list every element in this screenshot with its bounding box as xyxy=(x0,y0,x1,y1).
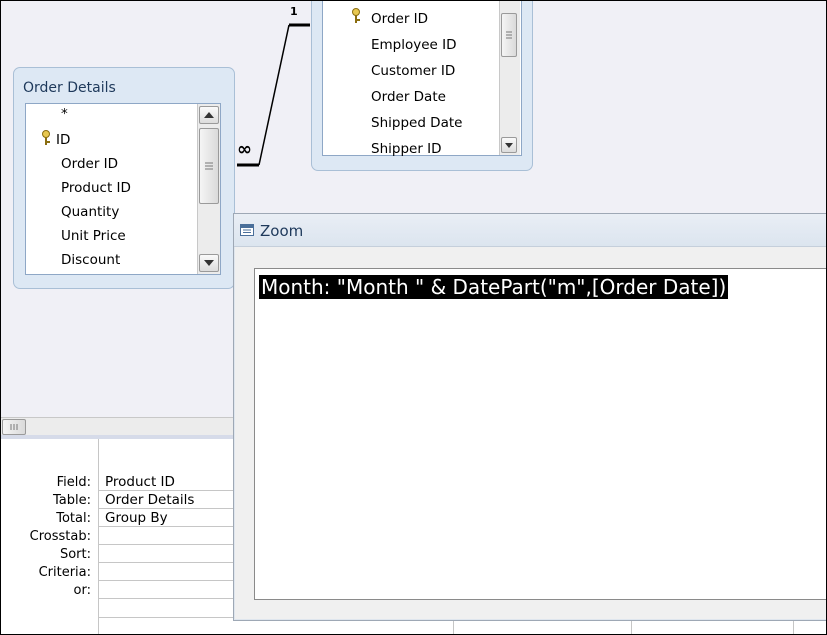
zoom-dialog[interactable]: Zoom Month: "Month " & DatePart("m",[Ord… xyxy=(233,213,826,621)
scroll-thumb[interactable] xyxy=(501,13,517,57)
orders-field-customer-id[interactable]: Customer ID xyxy=(371,61,455,81)
order-details-field-unit-price[interactable]: Unit Price xyxy=(61,226,126,246)
scroll-down-arrow-icon[interactable] xyxy=(501,137,517,153)
design-horizontal-scrollbar[interactable] xyxy=(1,417,235,436)
scroll-grip-icon xyxy=(506,31,512,39)
order-details-field-quantity[interactable]: Quantity xyxy=(61,202,119,222)
zoom-expression-text[interactable]: Month: "Month " & DatePart("m",[Order Da… xyxy=(259,275,729,299)
scroll-thumb[interactable] xyxy=(2,419,26,435)
orders-table-box[interactable]: Order ID Employee ID Customer ID Order D… xyxy=(311,1,533,171)
relationship-many-label: ∞ xyxy=(237,139,252,160)
order-details-field-discount[interactable]: Discount xyxy=(61,250,120,270)
orders-field-order-date[interactable]: Order Date xyxy=(371,87,446,107)
zoom-expression-textbox[interactable]: Month: "Month " & DatePart("m",[Order Da… xyxy=(254,268,826,600)
scroll-down-arrow-icon[interactable] xyxy=(199,254,219,272)
orders-field-list[interactable]: Order ID Employee ID Customer ID Order D… xyxy=(322,1,522,159)
orders-vertical-scrollbar[interactable] xyxy=(499,1,520,155)
orders-field-order-id[interactable]: Order ID xyxy=(371,9,428,29)
zoom-title: Zoom xyxy=(260,222,304,240)
key-icon xyxy=(350,7,362,27)
access-query-window: Order ID Employee ID Customer ID Order D… xyxy=(0,0,827,635)
scroll-grip-icon xyxy=(10,424,18,430)
zoom-titlebar[interactable]: Zoom xyxy=(234,214,826,247)
relationship-one-label: 1 xyxy=(290,5,298,18)
orders-field-shipper-id[interactable]: Shipper ID xyxy=(371,139,442,159)
orders-field-shipped-date[interactable]: Shipped Date xyxy=(371,113,462,133)
orders-field-employee-id[interactable]: Employee ID xyxy=(371,35,457,55)
relationship-line[interactable] xyxy=(1,1,321,201)
zoom-window-icon xyxy=(240,224,254,236)
